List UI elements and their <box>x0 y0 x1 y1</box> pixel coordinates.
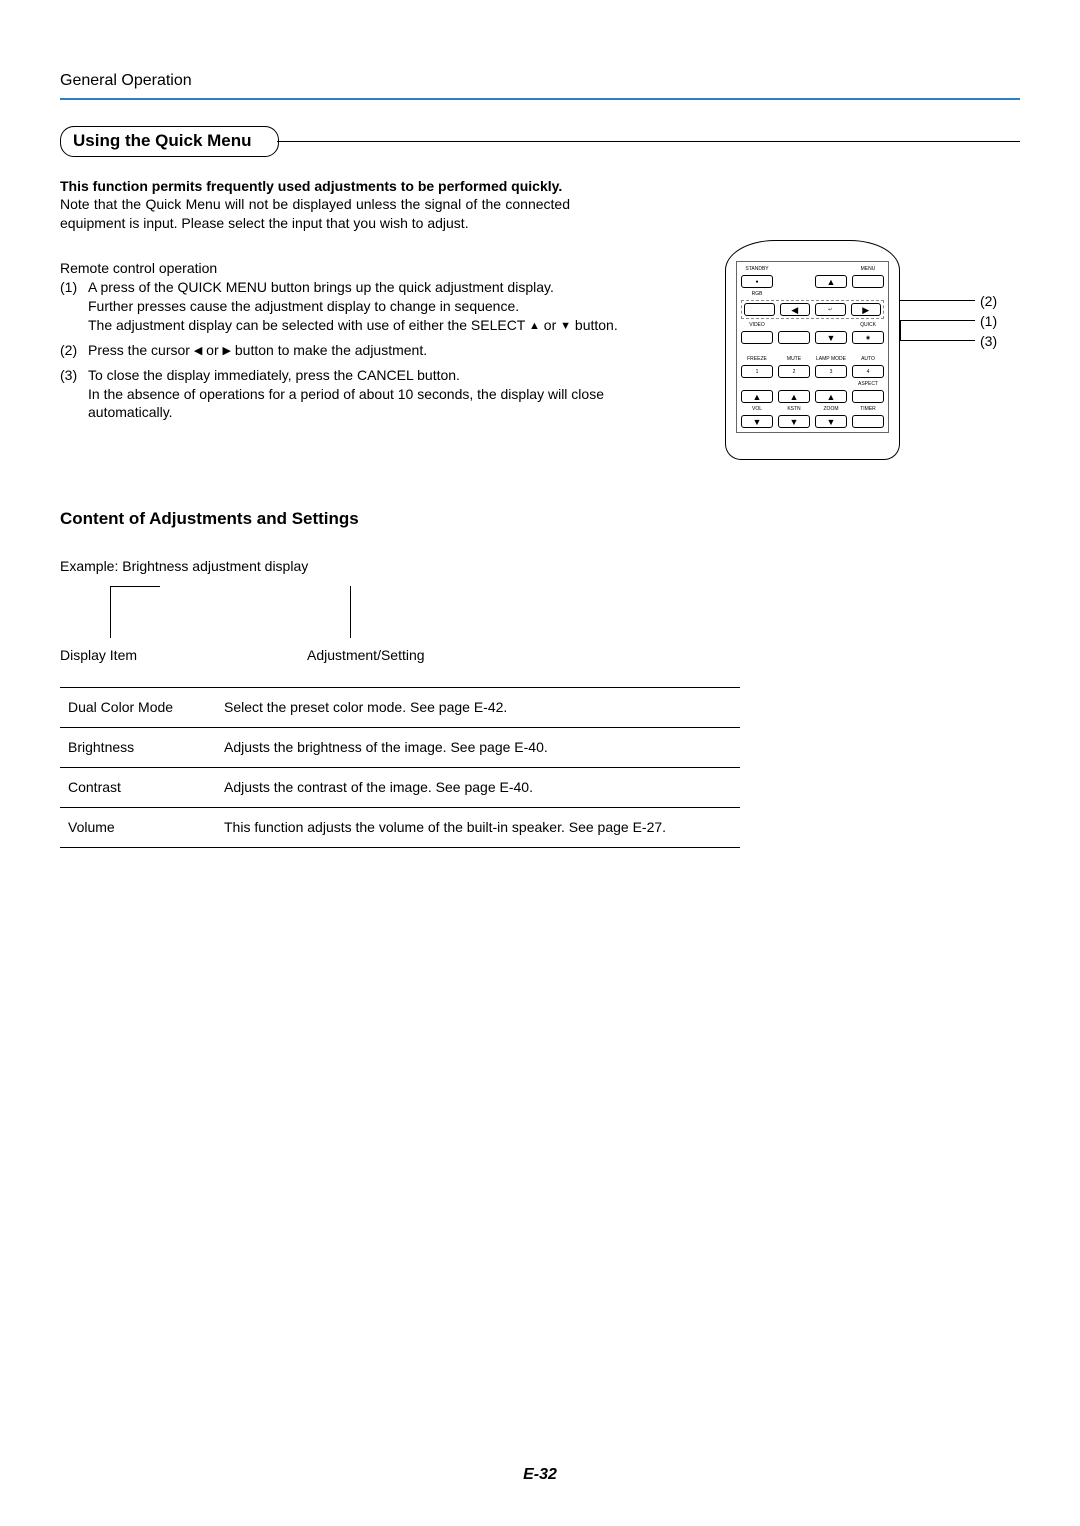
step-1c-prefix: The adjustment display can be selected w… <box>88 317 529 333</box>
rc-lbl-zoom: ZOOM <box>815 406 847 412</box>
down-triangle-icon: ▼ <box>560 319 571 334</box>
page-header: General Operation <box>60 70 1020 100</box>
settings-table: Dual Color Mode Select the preset color … <box>60 687 740 848</box>
rc-btn-menu <box>852 275 884 288</box>
rc-btn-rgb <box>744 303 775 316</box>
section-title: Using the Quick Menu <box>60 126 279 157</box>
step-2-prefix: Press the cursor <box>88 342 194 358</box>
rc-btn-up2c: ▲ <box>815 390 847 403</box>
subheading: Content of Adjustments and Settings <box>60 508 1020 531</box>
step-1b: Further presses cause the adjustment dis… <box>88 298 519 314</box>
rc-btn-up2a: ▲ <box>741 390 773 403</box>
rc-btn-up2b: ▲ <box>778 390 810 403</box>
intro-block: This function permits frequently used ad… <box>60 177 570 234</box>
rc-btn-dn2b: ▼ <box>778 415 810 428</box>
example-line: Example: Brightness adjustment display <box>60 557 1020 576</box>
rc-btn-quick: ◉ <box>852 331 884 344</box>
table-row: Contrast Adjusts the contrast of the ima… <box>60 767 740 807</box>
cell-name: Contrast <box>60 767 216 807</box>
label-adj-setting: Adjustment/Setting <box>307 646 425 665</box>
rc-lbl-rgb: RGB <box>741 291 773 297</box>
cell-name: Volume <box>60 807 216 847</box>
rc-lbl-vol: VOL <box>741 406 773 412</box>
cell-desc: Select the preset color mode. See page E… <box>216 688 740 728</box>
or-text-1: or <box>540 317 560 333</box>
rc-btn-3: 3 <box>815 365 847 378</box>
up-triangle-icon: ▲ <box>529 319 540 334</box>
remote-diagram: STANDBY MENU ● ▲ RGB ◀ <box>725 240 1025 460</box>
step-1c-suffix: button. <box>571 317 618 333</box>
step-1a: A press of the QUICK MENU button brings … <box>88 279 554 295</box>
step-2-num: (2) <box>60 341 88 360</box>
rc-lbl-video: VIDEO <box>741 322 773 328</box>
instructions-block: Remote control operation (1) A press of … <box>60 259 625 428</box>
rc-btn-enter: ↵ <box>815 303 846 316</box>
intro-note: Note that the Quick Menu will not be dis… <box>60 196 570 231</box>
cell-desc: Adjusts the brightness of the image. See… <box>216 727 740 767</box>
remote-callout-2: (2) <box>980 292 997 311</box>
rc-btn-right: ▶ <box>851 303 882 316</box>
rc-lbl-kstn: KSTN <box>778 406 810 412</box>
rc-btn-timer <box>852 415 884 428</box>
rc-btn-1: 1 <box>741 365 773 378</box>
rc-lbl-auto: AUTO <box>852 356 884 362</box>
cell-name: Brightness <box>60 727 216 767</box>
rc-lbl-standby: STANDBY <box>741 266 773 272</box>
step-1-num: (1) <box>60 278 88 335</box>
rc-btn-standby: ● <box>741 275 773 288</box>
rc-btn-aspect <box>852 390 884 403</box>
label-display-item: Display Item <box>60 646 137 665</box>
remote-heading: Remote control operation <box>60 259 625 278</box>
page-number: E-32 <box>0 1464 1080 1486</box>
section-title-row: Using the Quick Menu <box>60 126 1020 157</box>
table-row: Volume This function adjusts the volume … <box>60 807 740 847</box>
step-2-mid: or <box>202 342 222 358</box>
rc-lbl-mute: MUTE <box>778 356 810 362</box>
rc-btn-cancel <box>778 331 810 344</box>
right-triangle-icon: ▶ <box>223 344 231 359</box>
rc-btn-2: 2 <box>778 365 810 378</box>
rc-btn-4: 4 <box>852 365 884 378</box>
table-row: Dual Color Mode Select the preset color … <box>60 688 740 728</box>
step-3-num: (3) <box>60 366 88 423</box>
rc-btn-down: ▼ <box>815 331 847 344</box>
remote-callout-1: (1) <box>980 312 997 331</box>
table-row: Brightness Adjusts the brightness of the… <box>60 727 740 767</box>
intro-bold: This function permits frequently used ad… <box>60 178 562 194</box>
remote-callout-3: (3) <box>980 332 997 351</box>
cell-desc: This function adjusts the volume of the … <box>216 807 740 847</box>
rc-btn-left: ◀ <box>780 303 811 316</box>
step-3b: In the absence of operations for a perio… <box>88 386 604 421</box>
cell-name: Dual Color Mode <box>60 688 216 728</box>
rc-lbl-lamp: LAMP MODE <box>815 356 847 362</box>
step-2-suffix: button to make the adjustment. <box>231 342 427 358</box>
rc-lbl-timer: TIMER <box>852 406 884 412</box>
rc-btn-dn2a: ▼ <box>741 415 773 428</box>
step-3a: To close the display immediately, press … <box>88 367 460 383</box>
rc-lbl-aspect: ASPECT <box>852 381 884 387</box>
rc-lbl-quick: QUICK <box>852 322 884 328</box>
rc-btn-up: ▲ <box>815 275 847 288</box>
rc-lbl-menu: MENU <box>852 266 884 272</box>
page-header-title: General Operation <box>60 72 192 89</box>
rc-btn-dn2c: ▼ <box>815 415 847 428</box>
rc-btn-video <box>741 331 773 344</box>
section-title-rule <box>277 141 1020 142</box>
rc-lbl-freeze: FREEZE <box>741 356 773 362</box>
cell-desc: Adjusts the contrast of the image. See p… <box>216 767 740 807</box>
